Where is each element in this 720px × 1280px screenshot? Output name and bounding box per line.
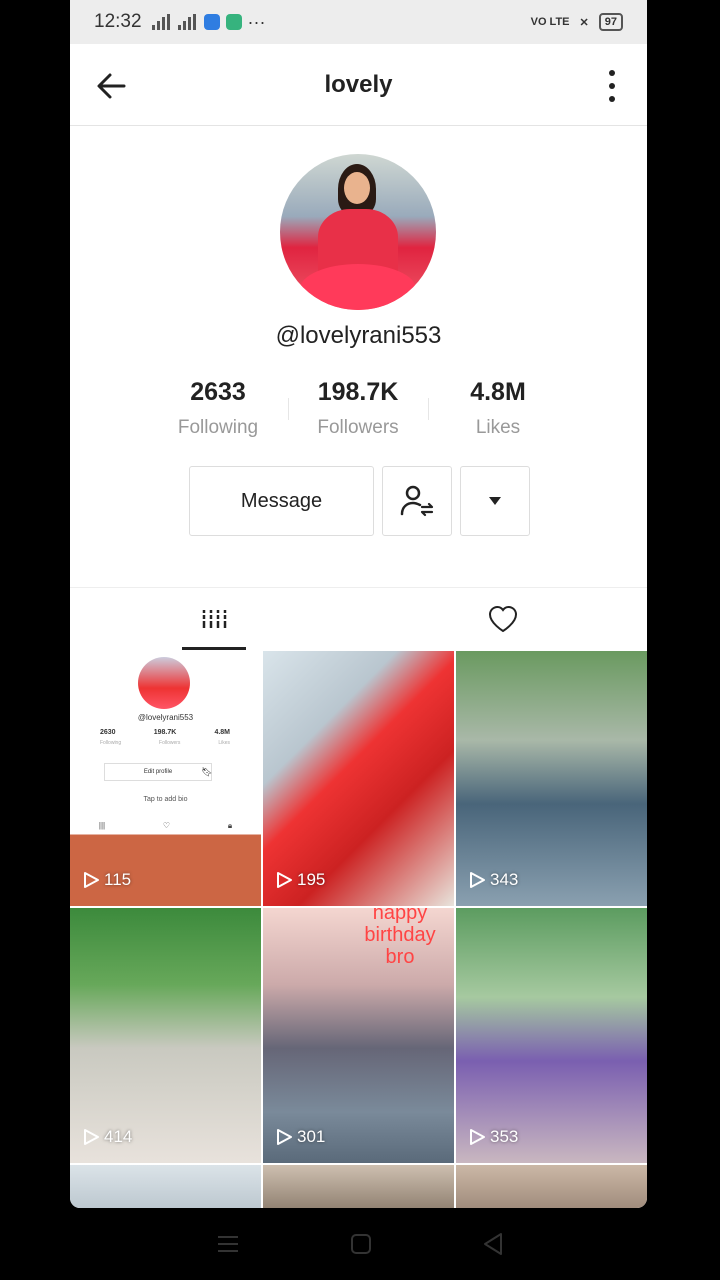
play-count: 115 (82, 870, 131, 890)
view-count: 343 (490, 870, 519, 889)
profile-actions: Message (189, 466, 530, 536)
status-right: VO LTE ✕ 97 (531, 13, 623, 31)
status-bar: 12:32 ··· VO LTE ✕ 97 (70, 0, 647, 44)
video-thumbnail[interactable]: 195 (263, 651, 454, 906)
profile-username: @lovelyrani553 (275, 322, 442, 349)
heart-outline-icon (488, 605, 517, 633)
view-count: 353 (490, 1127, 519, 1146)
play-count: 353 (468, 1127, 518, 1147)
mini-avatar (138, 657, 190, 709)
stat-value: 4.8M (470, 378, 526, 406)
app-notification-icon (203, 14, 220, 30)
avatar[interactable] (280, 154, 436, 310)
message-button[interactable]: Message (189, 466, 374, 536)
view-count: 195 (297, 870, 326, 889)
mini-stats: 2630 198.7K 4.8M (100, 729, 230, 736)
stat-followers[interactable]: 198.7K Followers (288, 378, 428, 439)
recent-apps-icon[interactable] (216, 1233, 240, 1255)
tab-videos[interactable] (70, 588, 359, 650)
stat-value: 2633 (190, 378, 246, 406)
video-grid: @lovelyrani553 2630 198.7K 4.8M Followin… (70, 651, 647, 1208)
back-triangle-icon[interactable] (482, 1232, 504, 1256)
mini-stat-label: Likes (218, 740, 230, 746)
heart-outline-icon: ♡ (162, 821, 171, 830)
profile-stats: 2633 Following 198.7K Followers 4.8M Lik… (148, 378, 568, 439)
video-thumbnail[interactable]: 353 (456, 908, 647, 1163)
view-count: 115 (104, 870, 132, 889)
play-icon (84, 872, 99, 888)
page-title: lovely (324, 70, 393, 98)
mini-tabs: ||| ♡ 🔒︎ (70, 821, 261, 831)
phone-screen: 12:32 ··· VO LTE ✕ 97 lovely @lovelyrani… (70, 0, 647, 1208)
follow-status-button[interactable] (382, 466, 452, 536)
mini-stat-labels: Following Followers Likes (100, 740, 230, 746)
mini-stat-label: Followers (159, 740, 181, 746)
caret-down-icon (489, 497, 501, 505)
vibrate-icon: ✕ (579, 16, 589, 29)
view-count: 414 (104, 1127, 133, 1146)
status-time: 12:32 (94, 11, 142, 32)
mini-stat-label: Following (100, 740, 122, 746)
system-nav-bar (0, 1216, 720, 1272)
grid-bars-icon: ||| (98, 821, 106, 830)
play-icon (277, 872, 292, 888)
video-thumbnail[interactable]: happy birthday bro 301 (263, 908, 454, 1163)
network-label: VO LTE (530, 16, 570, 28)
profile-tabs (70, 588, 647, 650)
view-count: 301 (297, 1127, 326, 1146)
play-icon (470, 1129, 485, 1145)
stat-following[interactable]: 2633 Following (148, 378, 288, 439)
video-caption: happy birthday bro (364, 908, 436, 968)
video-thumbnail[interactable]: @lovelyrani553 2630 198.7K 4.8M Followin… (70, 651, 261, 906)
video-thumbnail[interactable] (263, 1165, 454, 1208)
stat-label: Likes (475, 417, 521, 438)
mini-stat-value: 2630 (100, 729, 116, 736)
signal-icon (151, 14, 170, 30)
mini-stat-value: 4.8M (214, 729, 230, 736)
battery-icon: 97 (598, 13, 623, 31)
video-thumbnail[interactable]: 343 (456, 651, 647, 906)
video-thumbnail[interactable] (456, 1165, 647, 1208)
stat-label: Followers (317, 417, 399, 438)
lock-icon: 🔒︎ (227, 821, 233, 830)
mini-edit-profile: Edit profile (104, 763, 212, 781)
home-icon[interactable] (350, 1233, 372, 1255)
video-thumbnail[interactable]: 414 (70, 908, 261, 1163)
stat-likes: 4.8M Likes (428, 378, 568, 439)
tab-liked[interactable] (359, 588, 648, 650)
profile-header: lovely (70, 44, 647, 126)
play-icon (84, 1129, 99, 1145)
play-count: 414 (82, 1127, 132, 1147)
more-notifications-icon: ··· (247, 11, 266, 32)
mini-bio-hint: Tap to add bio (143, 796, 188, 803)
signal-icon-2 (177, 14, 196, 30)
mini-username: @lovelyrani553 (137, 713, 194, 722)
play-count: 301 (275, 1127, 325, 1147)
back-arrow-icon[interactable] (94, 68, 130, 104)
profile-screenshot-thumbnail: @lovelyrani553 2630 198.7K 4.8M Followin… (70, 651, 261, 835)
grid-bars-icon (202, 610, 228, 628)
play-icon (277, 1129, 292, 1145)
bookmark-icon: 🔖︎ (201, 767, 213, 777)
stat-label: Following (177, 417, 259, 438)
suggestions-dropdown-button[interactable] (460, 466, 530, 536)
user-follow-icon (400, 485, 434, 517)
more-options-icon[interactable] (607, 70, 617, 102)
stat-value: 198.7K (317, 378, 399, 406)
video-thumbnail[interactable] (70, 1165, 261, 1208)
play-icon (470, 872, 485, 888)
app-notification-icon-2 (225, 14, 242, 30)
play-count: 195 (275, 870, 325, 890)
mini-stat-value: 198.7K (153, 729, 177, 736)
play-count: 343 (468, 870, 518, 890)
